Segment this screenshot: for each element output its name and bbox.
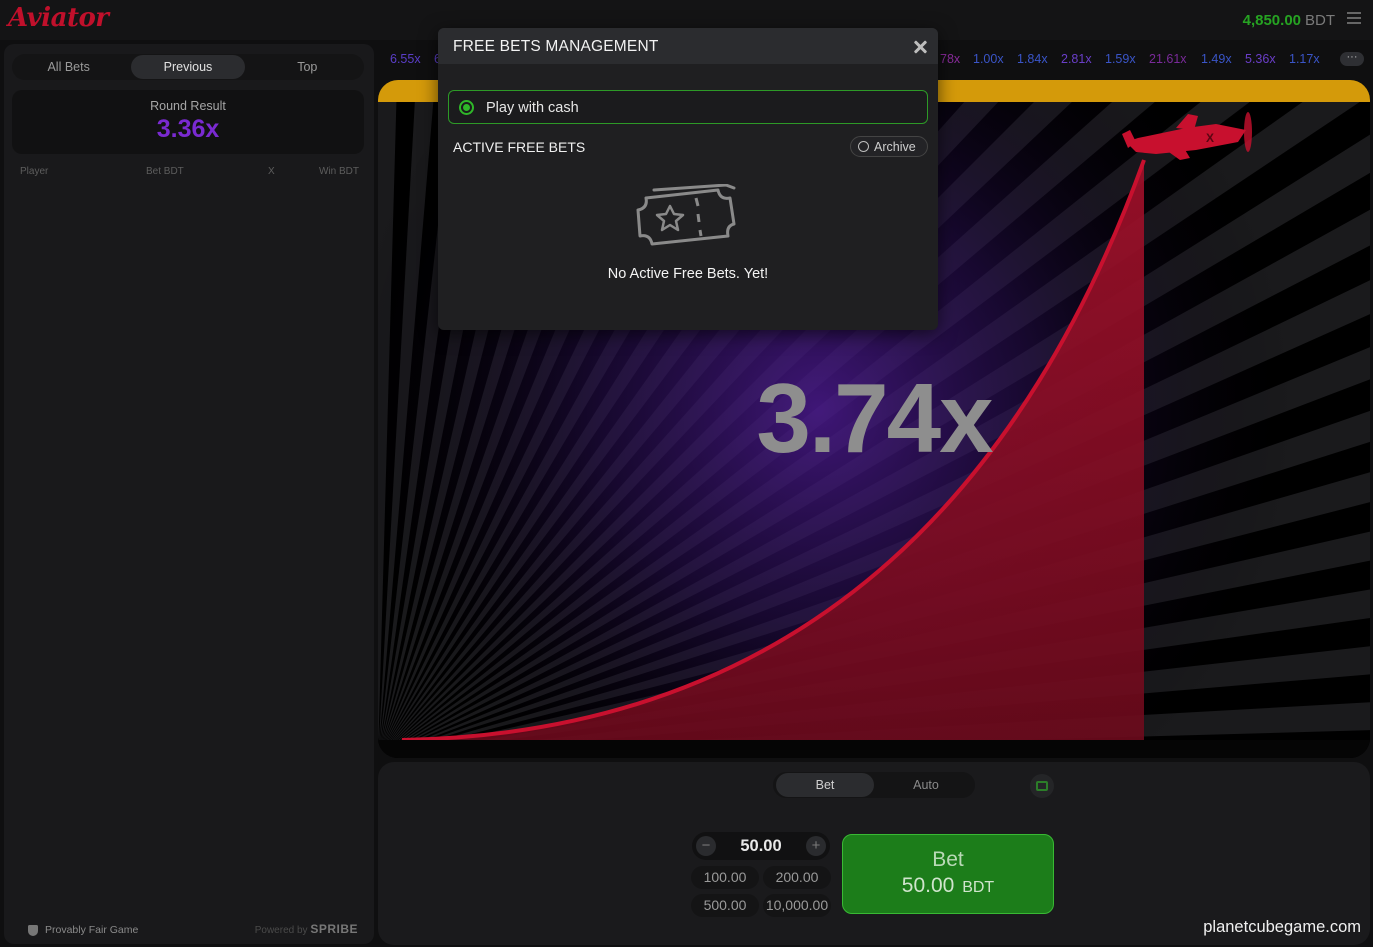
add-panel-icon [1036,781,1048,791]
history-multiplier[interactable]: 1.00x [973,52,1004,66]
round-result-value: 3.36x [156,115,220,143]
history-more-button[interactable]: ··· [1340,52,1364,66]
provably-fair-link[interactable]: Provably Fair Game [28,924,138,936]
balance-display: 4,850.00 BDT [1243,12,1335,29]
history-multiplier[interactable]: 1.17x [1289,52,1320,66]
history-multiplier[interactable]: 1.84x [1017,52,1048,66]
column-bet: Bet BDT [146,166,184,177]
cash-radio[interactable] [459,100,474,115]
powered-prefix: Powered by [254,925,308,936]
current-multiplier: 3.74x [756,363,993,473]
increase-amount-button[interactable]: + [806,836,826,856]
balance-amount: 4,850.00 [1242,12,1301,29]
bet-button-amount: 50.00 [901,874,955,897]
place-bet-button[interactable]: Bet 50.00 BDT [842,834,1054,914]
history-multiplier[interactable]: 1.59x [1105,52,1136,66]
free-bets-modal: FREE BETS MANAGEMENT Play with cash ACTI… [438,28,938,330]
add-bet-panel-button[interactable] [1030,774,1054,798]
history-multiplier[interactable]: 6.55x [390,52,421,66]
modal-title: FREE BETS MANAGEMENT [453,38,659,55]
play-with-cash-label: Play with cash [486,100,579,116]
column-win: Win BDT [319,166,359,177]
tab-auto[interactable]: Auto [877,772,975,798]
active-free-bets-title: ACTIVE FREE BETS [453,139,586,155]
bet-amount-stepper: − 50.00 + [692,832,830,860]
aviator-logo[interactable]: Aviator [8,3,109,33]
bet-button-label: Bet [932,848,964,871]
archive-label: Archive [874,140,916,154]
svg-text:X: X [1206,131,1214,145]
ticket-icon [636,184,736,246]
quick-amount-100[interactable]: 100.00 [691,866,759,889]
history-multiplier[interactable]: 21.61x [1149,52,1187,66]
provably-fair-label: Provably Fair Game [45,924,139,936]
history-multiplier[interactable]: 2.81x [1061,52,1092,66]
app-root: Aviator 4,850.00 BDT All Bets Previous To… [0,0,1373,947]
tab-all-bets[interactable]: All Bets [12,54,125,80]
hamburger-menu-icon[interactable] [1347,12,1361,26]
bets-panel: All Bets Previous Top Round Result 3.36x… [4,44,374,944]
powered-by: Powered by SPRIBE [255,922,358,936]
round-result-box: Round Result 3.36x [12,90,364,154]
bet-mode-tabs: Bet Auto [773,772,975,798]
bet-button-currency: BDT [962,879,995,896]
site-watermark: planetcubegame.com [1203,918,1361,936]
bets-tab-bar: All Bets Previous Top [12,54,364,80]
quick-amount-500[interactable]: 500.00 [691,894,759,917]
balance-currency: BDT [1305,12,1335,29]
archive-button[interactable]: Archive [850,136,928,157]
close-icon[interactable] [912,39,928,55]
bet-button-amount-line: 50.00 BDT [843,874,1053,898]
history-multiplier[interactable]: 1.49x [1201,52,1232,66]
spribe-logo: SPRIBE [310,922,358,936]
column-player: Player [20,166,49,177]
round-result-label: Round Result [150,99,226,113]
tab-bet[interactable]: Bet [776,773,874,797]
quick-amount-200[interactable]: 200.00 [763,866,831,889]
history-multiplier[interactable]: 78x [940,52,960,66]
history-icon [858,141,869,152]
tab-previous[interactable]: Previous [131,55,245,79]
empty-state-text: No Active Free Bets. Yet! [607,266,769,282]
play-with-cash-option[interactable]: Play with cash [448,90,928,124]
tab-top[interactable]: Top [251,54,364,80]
shield-check-icon [28,924,38,936]
history-multiplier[interactable]: 5.36x [1245,52,1276,66]
quick-amount-10000[interactable]: 10,000.00 [763,894,831,917]
column-x: X [268,166,275,177]
